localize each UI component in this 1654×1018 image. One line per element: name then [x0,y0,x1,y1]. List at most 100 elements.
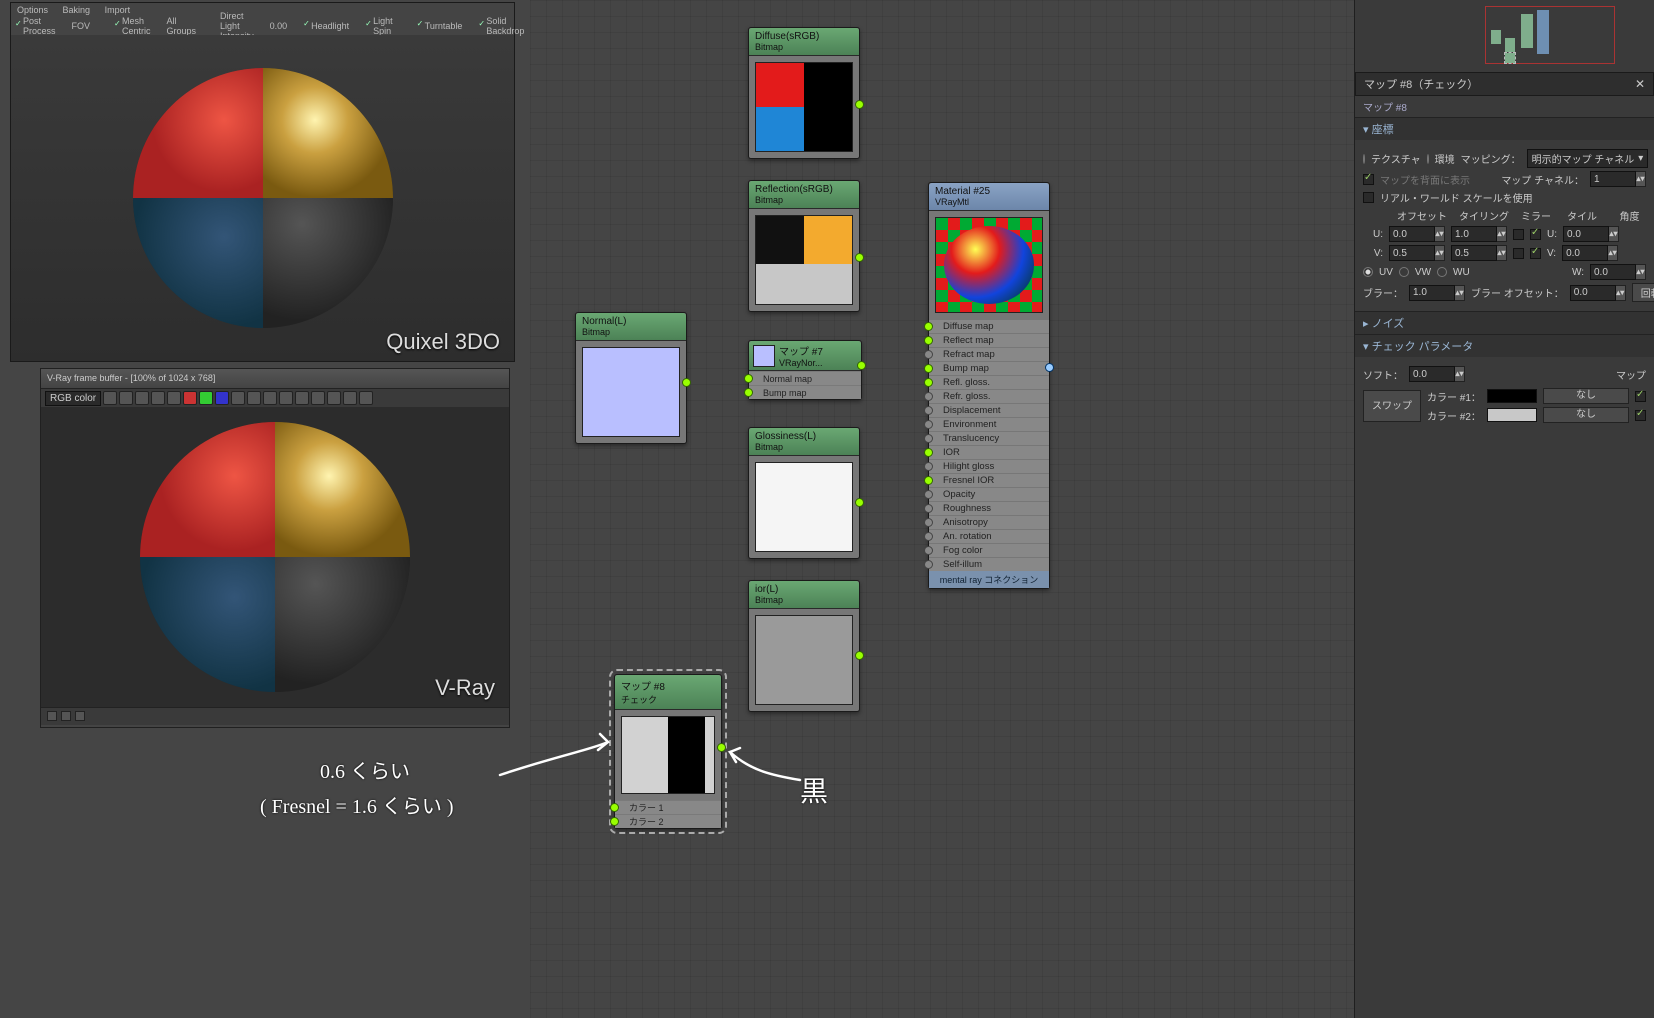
spinner-icon[interactable]: ▴▾ [1636,171,1646,187]
vmtl-slot[interactable]: Refl. gloss. [929,375,1049,389]
input-socket[interactable] [924,420,933,429]
color2-enable-checkbox[interactable] [1635,410,1646,421]
color1-swatch[interactable] [1487,389,1537,403]
vmtl-slot[interactable]: IOR [929,445,1049,459]
mapchannel-input[interactable] [1590,171,1636,187]
input-socket[interactable] [744,374,753,383]
slot-normal-map[interactable]: Normal map [749,371,861,385]
v-tile-input[interactable] [1451,245,1497,261]
vfb-icon[interactable] [279,391,293,405]
node-vraynormal[interactable]: マップ #7VRayNor... Normal map Bump map [748,340,862,400]
input-socket[interactable] [610,803,619,812]
panel-titlebar[interactable]: マップ #8（チェック） ✕ [1355,72,1654,96]
vmtl-slot[interactable]: Hilight gloss [929,459,1049,473]
vmtl-slot[interactable]: An. rotation [929,529,1049,543]
input-socket[interactable] [924,476,933,485]
spinner-icon[interactable]: ▴▾ [1455,285,1465,301]
node-diffuse[interactable]: Diffuse(sRGB)Bitmap [748,27,860,159]
output-socket[interactable] [1045,363,1054,372]
mapping-dropdown[interactable]: 明示的マップ チャネル ▾ [1527,149,1649,168]
output-socket[interactable] [855,498,864,507]
vfb-icon[interactable] [151,391,165,405]
color2-swatch[interactable] [1487,408,1537,422]
radio-texture[interactable] [1363,154,1365,164]
radio-vw[interactable] [1399,267,1409,277]
vmtl-slot[interactable]: Displacement [929,403,1049,417]
u-tile-input[interactable] [1451,226,1497,242]
vfb-icon[interactable] [247,391,261,405]
vmtl-slot[interactable]: Refract map [929,347,1049,361]
menu-options[interactable]: Options [17,5,48,15]
output-socket[interactable] [682,378,691,387]
u-offset-input[interactable] [1389,226,1435,242]
vfb-icon[interactable] [295,391,309,405]
spinner-icon[interactable]: ▴▾ [1616,285,1626,301]
input-socket[interactable] [924,434,933,443]
slot-color1[interactable]: カラー 1 [615,800,721,814]
vfb-icon[interactable] [167,391,181,405]
menu-import[interactable]: Import [105,5,131,15]
menu-baking[interactable]: Baking [63,5,91,15]
rollout-header[interactable]: ▾ 座標 [1355,118,1654,140]
radio-wu[interactable] [1437,267,1447,277]
color1-map-button[interactable]: なし [1543,388,1629,404]
vfb-status-icon[interactable] [75,711,85,721]
input-socket[interactable] [924,392,933,401]
vfb-status-icon[interactable] [61,711,71,721]
input-socket[interactable] [924,406,933,415]
input-socket[interactable] [924,448,933,457]
input-socket[interactable] [924,378,933,387]
v-tile-checkbox[interactable] [1530,248,1541,259]
input-socket[interactable] [924,532,933,541]
output-socket[interactable] [855,100,864,109]
vfb-icon[interactable] [231,391,245,405]
output-socket[interactable] [857,361,866,370]
node-normal[interactable]: Normal(L)Bitmap [575,312,687,444]
vmtl-slot[interactable]: Fresnel IOR [929,473,1049,487]
v-mirror-checkbox[interactable] [1513,248,1524,259]
input-socket[interactable] [924,322,933,331]
swap-button[interactable]: スワップ [1363,390,1421,422]
vmtl-slot[interactable]: Environment [929,417,1049,431]
node-checker[interactable]: マップ #8チェック カラー 1 カラー 2 [614,674,722,829]
w-angle-input[interactable] [1590,264,1636,280]
material-navigator[interactable] [1355,0,1654,72]
spinner-icon[interactable]: ▴▾ [1636,264,1646,280]
spinner-icon[interactable]: ▴▾ [1609,226,1619,242]
vfb-save-icon[interactable] [103,391,117,405]
node-vraymtl[interactable]: Material #25VRayMtl Diffuse mapReflect m… [928,182,1050,589]
node-reflection[interactable]: Reflection(sRGB)Bitmap [748,180,860,312]
vfb-status-icon[interactable] [47,711,57,721]
spinner-icon[interactable]: ▴▾ [1435,245,1445,261]
radio-uv[interactable] [1363,267,1373,277]
soft-input[interactable] [1409,366,1455,382]
input-socket[interactable] [924,364,933,373]
breadcrumb[interactable]: マップ #8 [1355,96,1654,117]
slot-bump-map[interactable]: Bump map [749,385,861,399]
input-socket[interactable] [924,518,933,527]
u-mirror-checkbox[interactable] [1513,229,1524,240]
spinner-icon[interactable]: ▴▾ [1497,226,1507,242]
vfb-icon[interactable] [359,391,373,405]
v-offset-input[interactable] [1389,245,1435,261]
input-socket[interactable] [924,546,933,555]
v-angle-input[interactable] [1562,245,1608,261]
vmtl-slot[interactable]: Diffuse map [929,319,1049,333]
vmtl-slot[interactable]: Roughness [929,501,1049,515]
input-socket[interactable] [924,462,933,471]
realworld-checkbox[interactable] [1363,192,1374,203]
quixel-menubar[interactable]: Options Baking Import [11,3,514,17]
close-icon[interactable]: ✕ [1635,77,1645,91]
showback-checkbox[interactable] [1363,174,1374,185]
input-socket[interactable] [924,336,933,345]
groups-dropdown[interactable]: All Groups [167,16,197,36]
vray-viewport[interactable]: V-Ray [41,407,509,707]
vfb-icon[interactable] [263,391,277,405]
output-socket[interactable] [717,743,726,752]
spinner-icon[interactable]: ▴▾ [1608,245,1618,261]
input-socket[interactable] [610,817,619,826]
vfb-g-icon[interactable] [199,391,213,405]
input-socket[interactable] [744,388,753,397]
vmtl-slot[interactable]: Opacity [929,487,1049,501]
bluroffset-input[interactable] [1570,285,1616,301]
